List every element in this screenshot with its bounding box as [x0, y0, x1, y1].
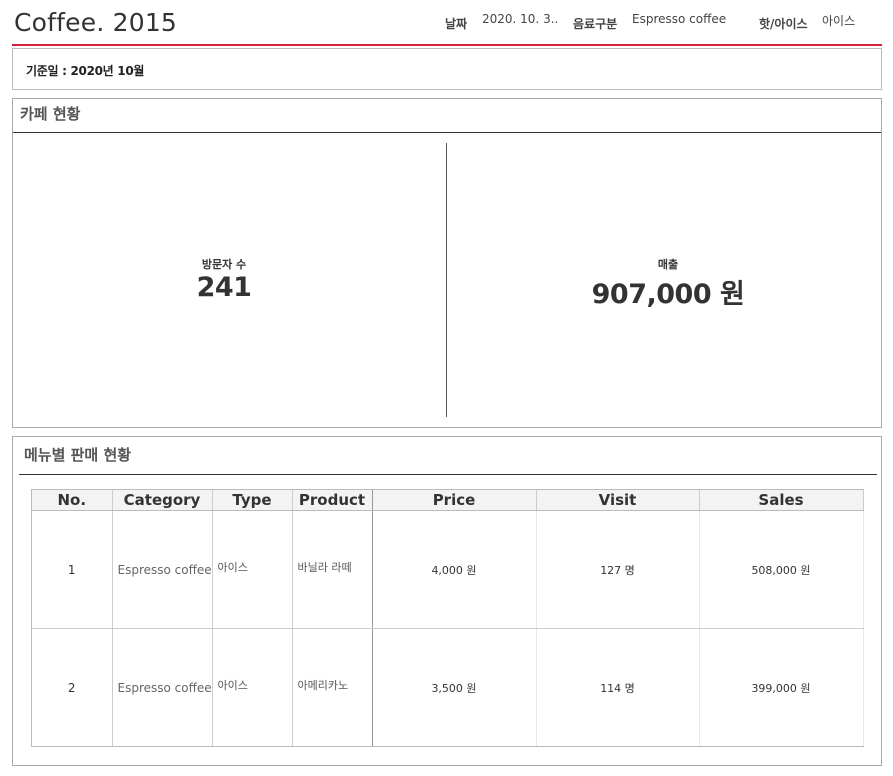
menu-sales-table: No. Category Type Product Price Visit Sa… [32, 490, 864, 746]
table-row[interactable]: 2 Espresso coffee 아이스 아메리카노 3,500 원 114 … [32, 628, 864, 746]
menu-sales-panel: 메뉴별 판매 현황 No. Category Type Product Pric… [12, 436, 882, 766]
stat-divider [446, 143, 447, 417]
row-product-text: 바닐라 라떼 [297, 560, 352, 574]
row-sales: 399,000 원 [699, 628, 864, 746]
column-header-category[interactable]: Category [112, 490, 213, 511]
row-number: 1 [32, 510, 113, 629]
menu-sales-table-wrapper: No. Category Type Product Price Visit Sa… [31, 489, 864, 747]
column-header-product[interactable]: Product [292, 490, 373, 511]
row-visit: 114 명 [536, 628, 700, 746]
visitor-count-stat: 방문자 수 241 [74, 256, 374, 303]
column-header-type[interactable]: Type [212, 490, 293, 511]
date-filter-value[interactable]: 2020. 10. 3.. [482, 12, 558, 26]
table-row[interactable]: 1 Espresso coffee 아이스 바닐라 라떼 4,000 원 127… [32, 510, 864, 629]
column-header-no[interactable]: No. [32, 490, 113, 511]
row-type: 아이스 [212, 510, 293, 629]
basis-date-box: 기준일 : 2020년 10월 [12, 48, 882, 90]
row-product: 바닐라 라떼 [292, 510, 373, 629]
column-header-visit[interactable]: Visit [536, 490, 700, 511]
sales-label: 매출 [657, 258, 679, 271]
row-sales: 508,000 원 [699, 510, 864, 629]
visitor-count-value: 241 [196, 272, 252, 303]
row-product-text: 아메리카노 [297, 678, 349, 692]
drink-type-filter-value[interactable]: Espresso coffee [632, 12, 726, 26]
drink-type-filter-label: 음료구분 [573, 17, 618, 31]
cafe-status-panel: 카페 현황 방문자 수 241 매출 907,000 원 [12, 98, 882, 428]
menu-sales-rule [19, 474, 877, 475]
row-visit: 127 명 [536, 510, 700, 629]
table-header-row: No. Category Type Product Price Visit Sa… [32, 490, 864, 511]
hot-ice-filter-value[interactable]: 아이스 [822, 12, 855, 29]
basis-date-text: 기준일 : 2020년 10월 [26, 64, 145, 78]
column-header-sales[interactable]: Sales [699, 490, 864, 511]
row-type-text: 아이스 [217, 678, 248, 692]
row-number: 2 [32, 628, 113, 746]
date-filter-label: 날짜 [445, 17, 468, 31]
visitor-count-label: 방문자 수 [201, 258, 247, 271]
row-type: 아이스 [212, 628, 293, 746]
sales-stat: 매출 907,000 원 [518, 256, 818, 311]
row-category: Espresso coffee [112, 628, 213, 746]
row-product: 아메리카노 [292, 628, 373, 746]
hot-ice-filter-label: 핫/아이스 [759, 17, 808, 31]
row-price: 4,000 원 [372, 510, 537, 629]
cafe-status-rule [13, 132, 881, 133]
row-category: Espresso coffee [112, 510, 213, 629]
row-price: 3,500 원 [372, 628, 537, 746]
app-title: Coffee. 2015 [14, 8, 178, 37]
report-header: Coffee. 2015 날짜 2020. 10. 3.. 음료구분 Espre… [12, 0, 882, 46]
menu-sales-title: 메뉴별 판매 현황 [24, 446, 132, 464]
row-type-text: 아이스 [217, 560, 248, 574]
cafe-status-title: 카페 현황 [20, 105, 81, 123]
sales-value: 907,000 원 [591, 279, 745, 310]
column-header-price[interactable]: Price [372, 490, 537, 511]
